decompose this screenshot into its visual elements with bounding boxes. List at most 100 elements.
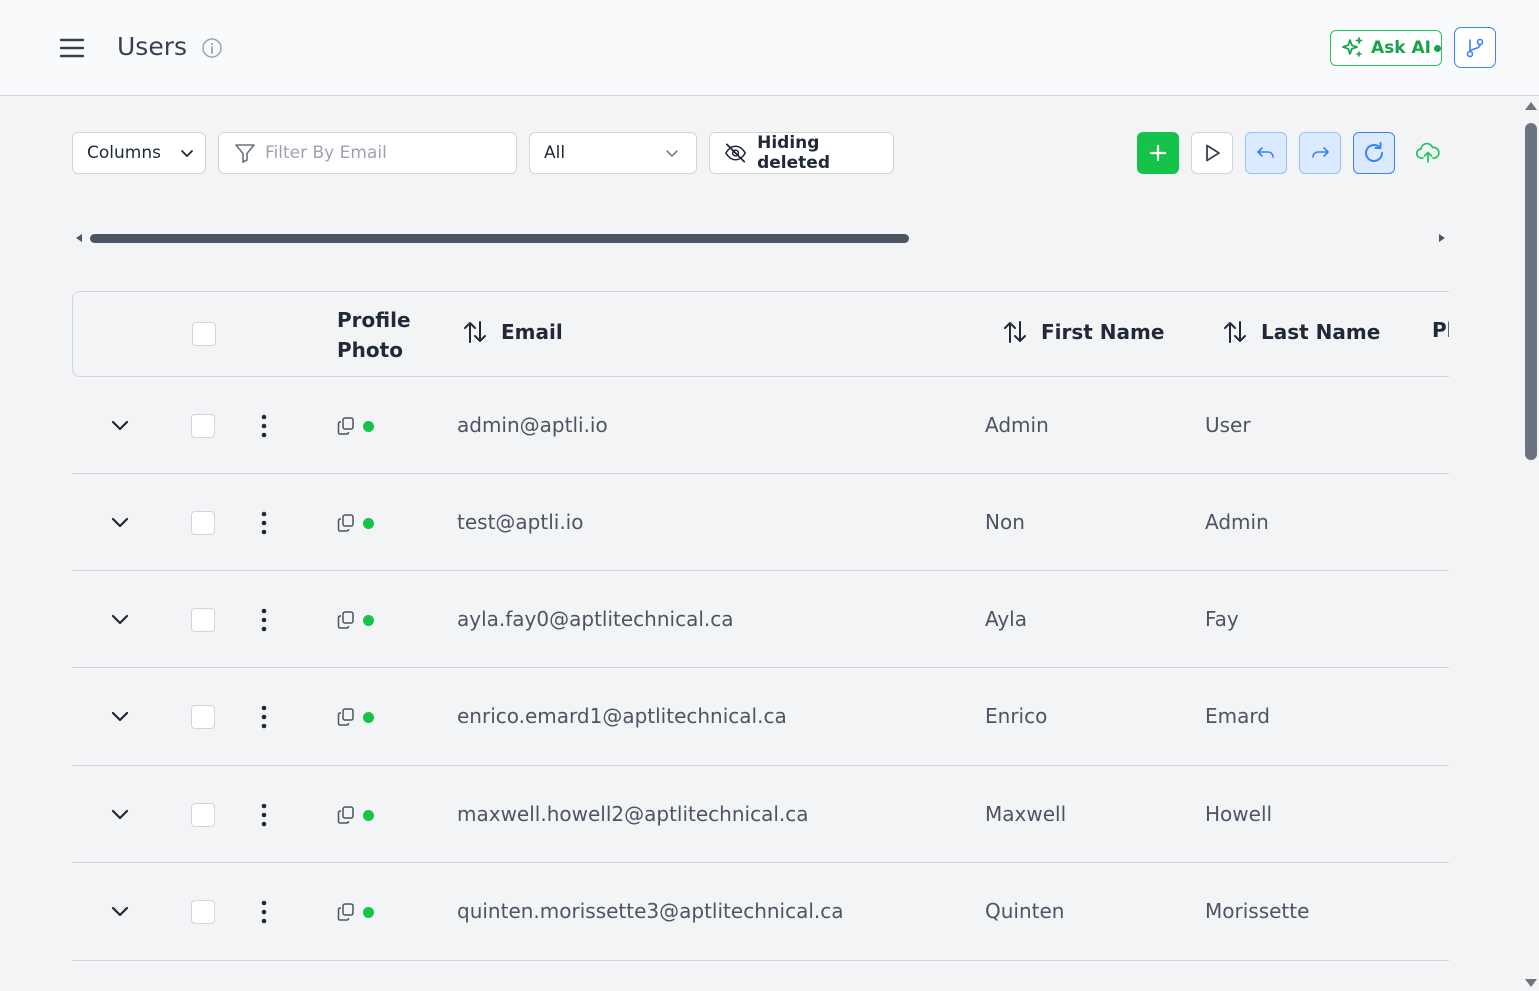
cell-email: quinten.morissette3@aptlitechnical.ca [457, 899, 844, 923]
chevron-down-icon[interactable] [106, 606, 134, 634]
scroll-up-arrow[interactable] [1525, 102, 1537, 110]
row-checkbox[interactable] [191, 803, 215, 827]
table-row[interactable]: ayla.fay0@aptlitechnical.ca Ayla Fay [72, 571, 1449, 668]
ask-ai-button[interactable]: Ask AI [1330, 30, 1442, 66]
sort-icon [1004, 321, 1026, 343]
status-dot [363, 907, 374, 918]
vertical-scrollbar[interactable] [1522, 96, 1539, 991]
column-header-first-name[interactable]: First Name [1001, 318, 1164, 346]
hamburger-menu-icon[interactable] [56, 32, 88, 64]
info-icon[interactable] [201, 37, 223, 59]
users-table: Profile Photo Email First Name Last Name… [72, 291, 1449, 991]
cell-first-name: Enrico [985, 704, 1048, 728]
cell-first-name: Quinten [985, 899, 1065, 923]
row-checkbox[interactable] [191, 511, 215, 535]
cloud-upload-icon [1415, 142, 1440, 163]
top-bar: Users Ask AI [0, 0, 1539, 96]
cell-email: enrico.emard1@aptlitechnical.ca [457, 704, 787, 728]
status-select[interactable]: All [529, 132, 697, 174]
table-row[interactable]: quinten.morissette3@aptlitechnical.ca Qui… [72, 863, 1449, 961]
table-header: Profile Photo Email First Name Last Name… [72, 291, 1449, 377]
undo-button[interactable] [1245, 132, 1287, 174]
refresh-button[interactable] [1353, 132, 1395, 174]
more-vertical-icon[interactable] [252, 898, 276, 926]
email-filter-input[interactable] [265, 143, 495, 163]
cell-first-name: Ayla [985, 607, 1027, 631]
chevron-down-icon[interactable] [106, 412, 134, 440]
redo-button[interactable] [1299, 132, 1341, 174]
more-vertical-icon[interactable] [252, 509, 276, 537]
chevron-down-icon [181, 150, 193, 157]
ask-ai-indicator-dot [1433, 44, 1441, 52]
sort-icon [464, 321, 486, 343]
first-name-header-label: First Name [1041, 320, 1165, 344]
column-header-email[interactable]: Email [461, 318, 563, 346]
email-filter-field[interactable] [218, 132, 517, 174]
copy-icon[interactable] [336, 902, 356, 922]
filter-icon [235, 144, 255, 163]
row-checkbox[interactable] [191, 608, 215, 632]
row-checkbox[interactable] [191, 705, 215, 729]
select-all-checkbox[interactable] [192, 322, 216, 346]
undo-icon [1257, 147, 1274, 158]
run-button[interactable] [1191, 132, 1233, 174]
cell-email: ayla.fay0@aptlitechnical.ca [457, 607, 734, 631]
row-checkbox[interactable] [191, 900, 215, 924]
add-record-button[interactable] [1137, 132, 1179, 174]
table-row[interactable]: admin@aptli.io Admin User [72, 377, 1449, 474]
status-dot [363, 518, 374, 529]
copy-icon[interactable] [336, 707, 356, 727]
horizontal-scroll-thumb[interactable] [90, 234, 909, 243]
cell-last-name: Admin [1205, 510, 1269, 534]
column-header-last-name[interactable]: Last Name [1221, 318, 1380, 346]
columns-label: Columns [87, 143, 161, 163]
columns-dropdown[interactable]: Columns [72, 132, 206, 174]
copy-icon[interactable] [336, 416, 356, 436]
page-title: Users [117, 32, 188, 61]
more-vertical-icon[interactable] [252, 703, 276, 731]
last-name-header-label: Last Name [1261, 320, 1381, 344]
chevron-down-icon[interactable] [106, 703, 134, 731]
cloud-upload-button[interactable] [1407, 132, 1449, 174]
copy-icon[interactable] [336, 513, 356, 533]
cell-last-name: Fay [1205, 607, 1239, 631]
chevron-down-icon[interactable] [106, 801, 134, 829]
column-header-truncated: Ph [1432, 318, 1449, 342]
ask-ai-label: Ask AI [1371, 38, 1431, 58]
cell-last-name: Emard [1205, 704, 1270, 728]
cell-email: admin@aptli.io [457, 413, 608, 437]
git-branch-button[interactable] [1454, 27, 1496, 68]
status-dot [363, 810, 374, 821]
row-checkbox[interactable] [191, 414, 215, 438]
table-row[interactable]: maxwell.howell2@aptlitechnical.ca Maxwell… [72, 766, 1449, 863]
chevron-down-icon[interactable] [106, 509, 134, 537]
column-header-profile-photo: Profile Photo [337, 308, 411, 362]
scroll-down-arrow[interactable] [1525, 979, 1537, 987]
email-header-label: Email [501, 320, 563, 344]
more-vertical-icon[interactable] [252, 606, 276, 634]
eye-off-icon [725, 143, 747, 163]
scroll-right-arrow[interactable] [1439, 234, 1445, 242]
vertical-scroll-thumb[interactable] [1525, 123, 1537, 460]
copy-icon[interactable] [336, 610, 356, 630]
cell-email: maxwell.howell2@aptlitechnical.ca [457, 802, 809, 826]
horizontal-scrollbar[interactable] [72, 228, 1449, 248]
git-branch-icon [1466, 38, 1484, 57]
table-row[interactable]: test@aptli.io Non Admin [72, 474, 1449, 571]
status-select-value: All [544, 143, 566, 163]
more-vertical-icon[interactable] [252, 801, 276, 829]
cell-first-name: Admin [985, 413, 1049, 437]
cell-email: test@aptli.io [457, 510, 584, 534]
scroll-left-arrow[interactable] [76, 234, 82, 242]
status-dot [363, 615, 374, 626]
chevron-down-icon [666, 150, 678, 157]
sort-icon [1224, 321, 1246, 343]
cell-last-name: User [1205, 413, 1251, 437]
more-vertical-icon[interactable] [252, 412, 276, 440]
hiding-deleted-label: Hiding deleted [757, 133, 830, 173]
table-row[interactable]: enrico.emard1@aptlitechnical.ca Enrico Ema… [72, 668, 1449, 766]
cell-last-name: Morissette [1205, 899, 1310, 923]
chevron-down-icon[interactable] [106, 898, 134, 926]
hiding-deleted-toggle[interactable]: Hiding deleted [709, 132, 894, 174]
copy-icon[interactable] [336, 805, 356, 825]
